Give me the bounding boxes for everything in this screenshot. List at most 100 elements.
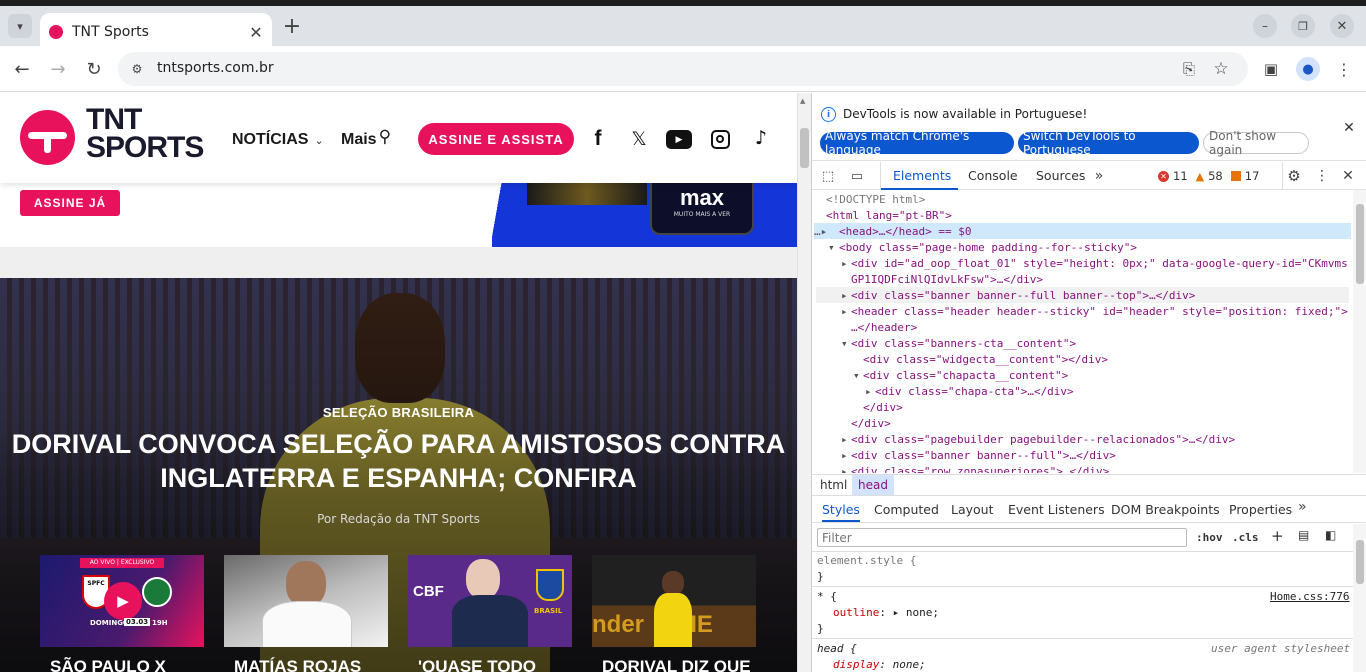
youtube-icon[interactable]: ▶ xyxy=(666,130,692,149)
rule-element-style-selector[interactable]: element.style { xyxy=(817,553,916,569)
bookmark-star-icon[interactable]: ☆ xyxy=(1210,58,1232,80)
reload-icon[interactable]: ↻ xyxy=(82,57,106,81)
assine-e-assista-button[interactable]: ASSINE E ASSISTA xyxy=(418,123,574,155)
dom-expand-icon[interactable]: ▸ xyxy=(841,464,848,473)
scroll-up-arrow-icon[interactable]: ▲ xyxy=(800,97,805,105)
rule-head-prop[interactable]: display: none; xyxy=(833,657,926,672)
restore-icon[interactable]: ❐ xyxy=(1291,14,1315,38)
news-card-2-title[interactable]: MATÍAS ROJAS xyxy=(234,657,361,672)
dom-line-chapa-cta[interactable]: <div class="chapa-cta">…</div> xyxy=(875,384,1074,400)
site-info-icon[interactable]: ⚙ xyxy=(128,60,146,78)
news-card-3-title[interactable]: 'QUASE TODO xyxy=(418,657,536,672)
styles-pane[interactable]: element.style { } * { Home.css:776 outli… xyxy=(812,553,1353,672)
hero-headline-line2[interactable]: INGLATERRA E ESPANHA; CONFIRA xyxy=(0,461,797,495)
dom-tree-scrollbar[interactable] xyxy=(1353,190,1366,473)
tab-elements[interactable]: Elements xyxy=(881,162,958,190)
dom-expand-icon[interactable]: ▸ xyxy=(841,304,848,320)
dom-tree[interactable]: <!DOCTYPE html> <html lang="pt-BR"> …▸ <… xyxy=(812,190,1353,473)
rule-head-selector[interactable]: head { xyxy=(817,641,857,657)
element-state-icon[interactable]: ▤ xyxy=(1298,528,1309,542)
styles-scrollbar-thumb[interactable] xyxy=(1356,540,1364,584)
forward-icon[interactable]: → xyxy=(46,57,70,81)
url-text[interactable]: tntsports.com.br xyxy=(157,60,274,76)
dom-line-chapacta[interactable]: <div class="chapacta__content"> xyxy=(863,368,1068,384)
styles-filter-input[interactable] xyxy=(817,528,1187,547)
hero-article[interactable]: SELEÇÃO BRASILEIRA DORIVAL CONVOCA SELEÇ… xyxy=(0,278,797,672)
dom-expand-icon[interactable]: ▸ xyxy=(841,256,848,272)
page-scrollbar-thumb[interactable] xyxy=(800,128,809,168)
nav-noticias[interactable]: NOTÍCIAS ⌄ xyxy=(232,131,324,149)
tnt-logo-icon[interactable] xyxy=(20,110,75,165)
switch-to-portuguese-button[interactable]: Switch DevTools to Portuguese xyxy=(1018,129,1199,157)
always-match-language-button[interactable]: Always match Chrome's language xyxy=(820,129,1014,157)
dom-line-doctype[interactable]: <!DOCTYPE html> xyxy=(826,192,925,208)
dom-line-header[interactable]: <header class="header header--sticky" id… xyxy=(851,304,1348,320)
dom-line-head[interactable]: <head>…</head> == $0 xyxy=(839,224,971,240)
dom-expand-icon[interactable]: ▸ xyxy=(841,288,848,304)
tab-event-listeners[interactable]: Event Listeners xyxy=(1008,502,1105,517)
facebook-icon[interactable]: f xyxy=(588,127,608,150)
tab-computed[interactable]: Computed xyxy=(874,502,939,517)
tab-sources[interactable]: Sources xyxy=(1028,162,1092,190)
new-tab-icon[interactable]: + xyxy=(280,14,304,39)
dom-line-banner-full[interactable]: <div class="banner banner--full">…</div> xyxy=(851,448,1116,464)
dom-collapse-icon[interactable]: ▾ xyxy=(841,336,848,352)
tab-styles[interactable]: Styles xyxy=(822,502,860,522)
dom-line-header-close[interactable]: …</header> xyxy=(851,320,917,336)
more-style-tabs-icon[interactable]: » xyxy=(1298,499,1307,515)
close-window-icon[interactable]: ✕ xyxy=(1330,14,1354,38)
dont-show-again-button[interactable]: Don't show again xyxy=(1203,129,1309,157)
news-card-1-image[interactable]: AO VIVO | EXCLUSIVO SPFC ▶ DOMINGO 03.03… xyxy=(40,555,204,647)
dom-line-widgecta[interactable]: <div class="widgecta__content"></div> xyxy=(863,352,1108,368)
assine-ja-button[interactable]: ASSINE JÁ xyxy=(20,190,120,216)
tiktok-icon[interactable]: ♪ xyxy=(750,127,772,149)
rule-universal-selector[interactable]: * { xyxy=(817,589,837,605)
styles-scrollbar[interactable] xyxy=(1353,524,1366,672)
tab-layout[interactable]: Layout xyxy=(951,502,994,517)
dom-tree-scrollbar-thumb[interactable] xyxy=(1356,204,1364,284)
error-counter[interactable]: ✕ 11 ▲ 58 17 xyxy=(1158,169,1259,183)
breadcrumb-html[interactable]: html xyxy=(820,478,847,492)
customize-menu-icon[interactable]: ⋮ xyxy=(1313,167,1331,185)
hov-toggle[interactable]: :hov xyxy=(1196,531,1223,544)
page-scrollbar[interactable]: ▲ xyxy=(797,93,811,672)
install-app-icon[interactable]: ⎘ xyxy=(1178,58,1200,80)
tab-properties[interactable]: Properties xyxy=(1229,502,1292,517)
breadcrumb-head[interactable]: head xyxy=(852,475,894,495)
nav-mais[interactable]: Mais ⚲ xyxy=(341,127,391,149)
dom-line-body[interactable]: <body class="page-home padding--for--sti… xyxy=(839,240,1137,256)
computed-sidebar-icon[interactable]: ◧ xyxy=(1325,528,1336,542)
tab-console[interactable]: Console xyxy=(958,162,1028,190)
dom-line-close-div-1[interactable]: </div> xyxy=(863,400,903,416)
news-card-3-image[interactable]: CBF BRASIL xyxy=(408,555,572,647)
dom-line-banner-top[interactable]: <div class="banner banner--full banner--… xyxy=(851,288,1195,304)
dom-line-zonasuperiores[interactable]: <div class="row zonasuperiores">…</div> xyxy=(851,464,1109,473)
tab-dom-breakpoints[interactable]: DOM Breakpoints xyxy=(1111,502,1220,517)
minimize-icon[interactable]: – xyxy=(1253,14,1277,38)
hero-category[interactable]: SELEÇÃO BRASILEIRA xyxy=(0,405,797,420)
dom-line-html[interactable]: <html lang="pt-BR"> xyxy=(826,208,952,224)
play-video-icon[interactable]: ▶ xyxy=(104,582,142,620)
back-icon[interactable]: ← xyxy=(10,57,34,81)
dom-expand-body-icon[interactable]: ▾ xyxy=(828,240,835,256)
profile-avatar-icon[interactable]: ● xyxy=(1296,57,1320,81)
rule-universal-source-link[interactable]: Home.css:776 xyxy=(1270,589,1349,605)
max-ad-banner[interactable]: max MUITO MAIS A VER xyxy=(492,179,797,247)
tab-search-chevron-icon[interactable]: ▾ xyxy=(8,14,32,38)
inspect-element-icon[interactable]: ⬚ xyxy=(820,168,836,184)
instagram-icon[interactable] xyxy=(711,130,730,149)
dom-line-close-div-2[interactable]: </div> xyxy=(851,416,891,432)
hero-headline-line1[interactable]: DORIVAL CONVOCA SELEÇÃO PARA AMISTOSOS C… xyxy=(0,427,797,461)
search-icon[interactable]: ⚲ xyxy=(379,127,391,147)
news-card-2-image[interactable] xyxy=(224,555,388,647)
rule-universal-prop[interactable]: outline: ▸ none; xyxy=(833,605,939,621)
dom-line-ad-float-cont[interactable]: GP1IQDFciNlQIdvLkFsw">…</div> xyxy=(851,272,1043,288)
news-card-1-title[interactable]: SÃO PAULO X xyxy=(50,657,166,672)
chrome-menu-icon[interactable]: ⋮ xyxy=(1334,57,1354,81)
settings-gear-icon[interactable]: ⚙ xyxy=(1285,167,1303,185)
dom-expand-icon[interactable]: ▸ xyxy=(841,432,848,448)
dom-line-pagebuilder[interactable]: <div class="pagebuilder pagebuilder--rel… xyxy=(851,432,1235,448)
dom-collapse-icon[interactable]: ▾ xyxy=(853,368,860,384)
dom-line-ad-float[interactable]: <div id="ad_oop_float_01" style="height:… xyxy=(851,256,1348,272)
new-style-rule-icon[interactable]: + xyxy=(1271,527,1284,545)
